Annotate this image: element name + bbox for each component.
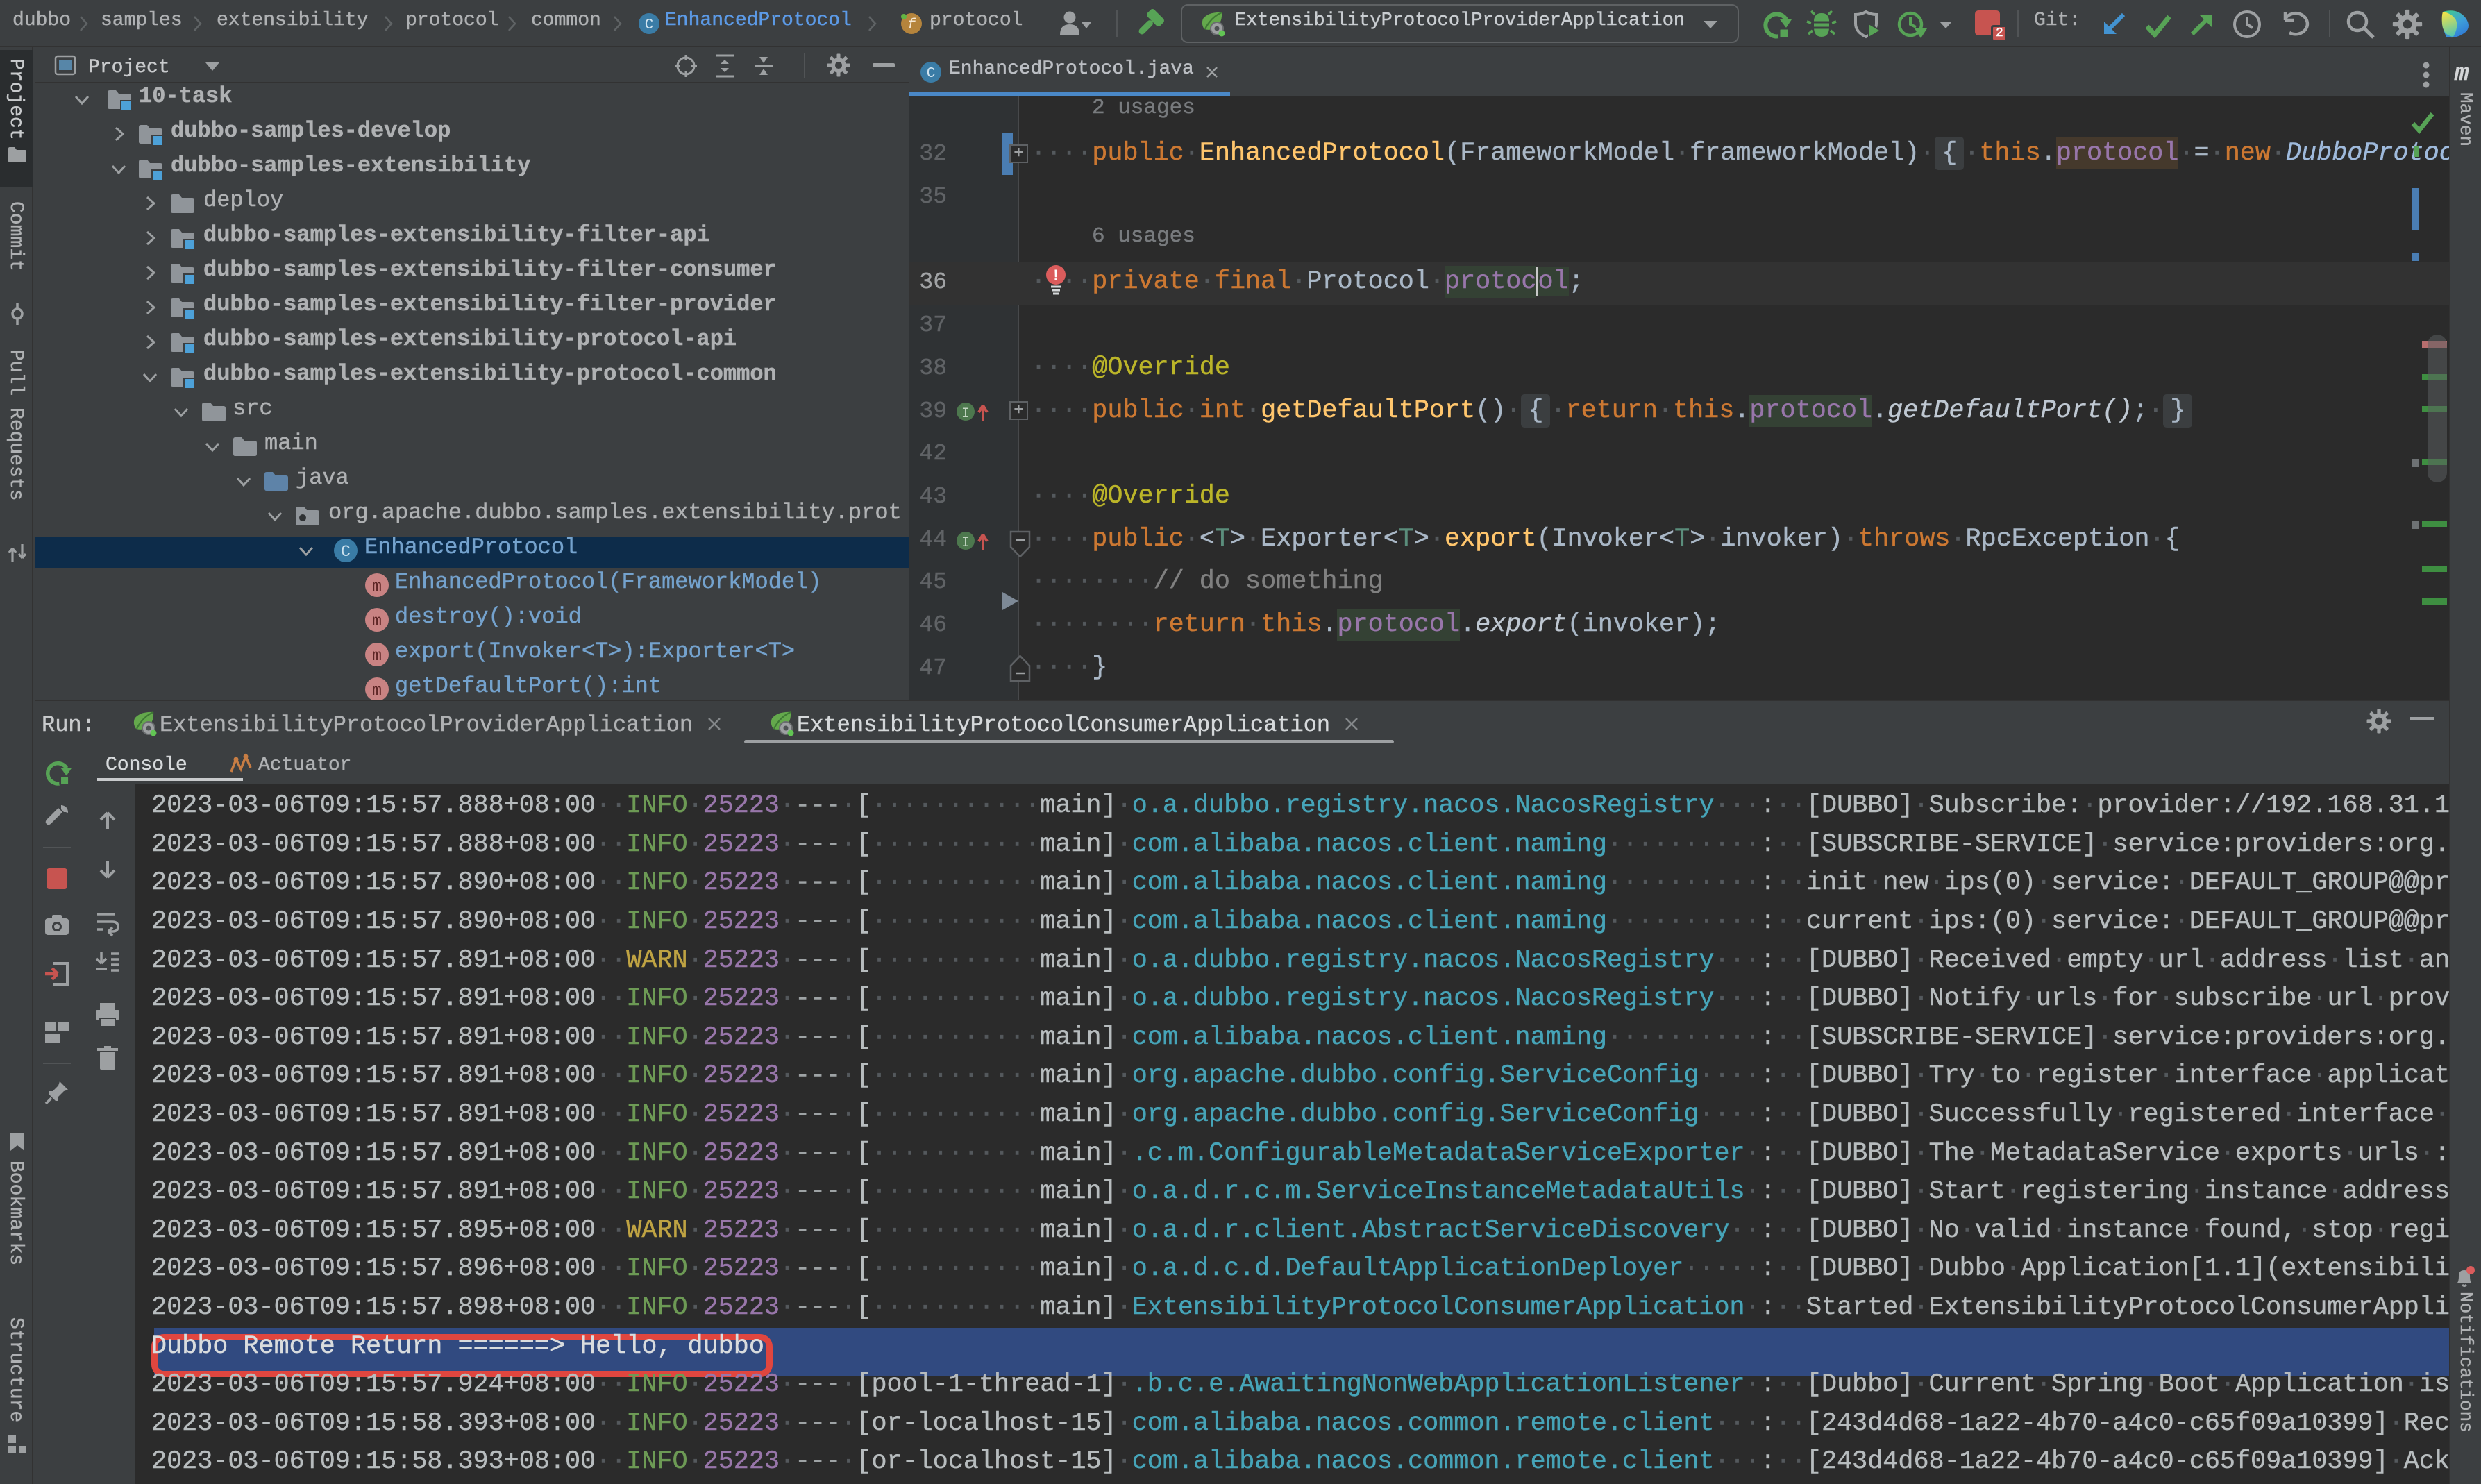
svg-text:m: m	[372, 612, 382, 630]
svg-text:C: C	[341, 543, 351, 561]
svg-text:C: C	[645, 17, 654, 33]
svg-text:!: !	[1053, 267, 1058, 284]
svg-text:m: m	[372, 682, 382, 700]
svg-text:f: f	[907, 17, 917, 33]
svg-text:I: I	[961, 406, 970, 422]
svg-text:I: I	[961, 535, 970, 551]
svg-text:C: C	[927, 66, 936, 82]
svg-text:m: m	[372, 577, 382, 596]
svg-text:m: m	[372, 647, 382, 665]
